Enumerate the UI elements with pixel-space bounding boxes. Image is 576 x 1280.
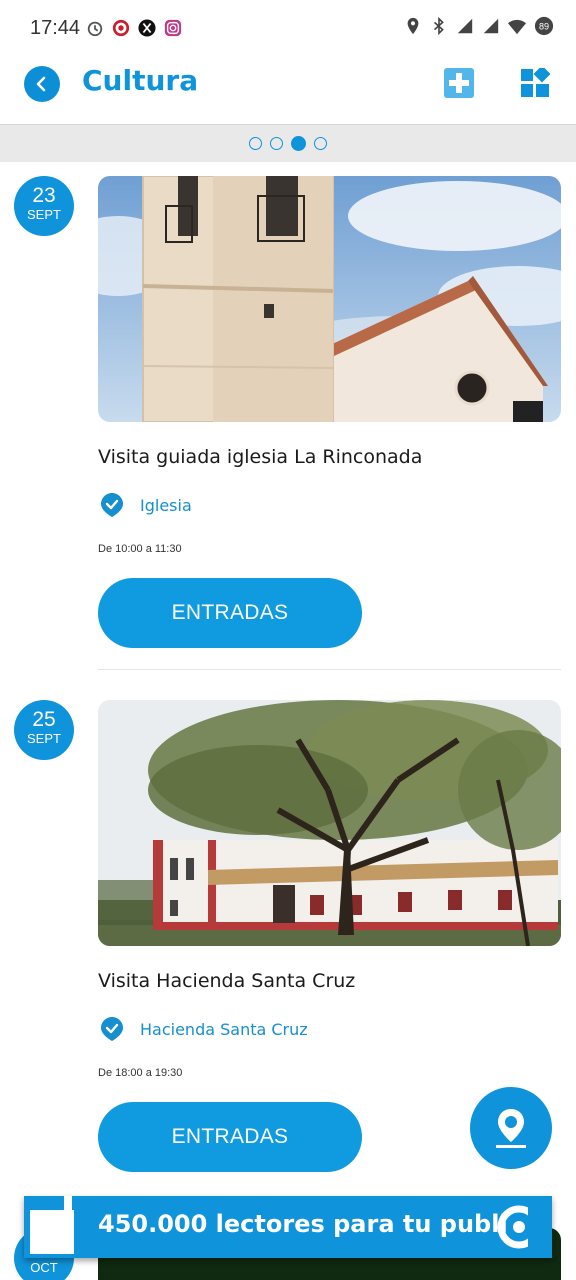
venue-label: Iglesia	[140, 495, 192, 515]
wifi-icon	[508, 19, 526, 35]
ad-banner[interactable]: 450.000 lectores para tu publi	[24, 1196, 552, 1258]
page-title: Cultura	[82, 64, 199, 97]
plus-icon	[449, 73, 469, 93]
date-badge: 25 SEPT	[14, 700, 74, 760]
location-pin-icon	[101, 493, 123, 517]
divider	[98, 669, 561, 670]
page-dot[interactable]	[249, 137, 262, 150]
map-button[interactable]	[470, 1087, 552, 1169]
date-month: SEPT	[27, 731, 61, 746]
date-month: SEPT	[27, 207, 61, 222]
add-button[interactable]	[444, 68, 474, 98]
page-dot[interactable]	[270, 137, 283, 150]
event-title[interactable]: Visita guiada iglesia La Rinconada	[98, 446, 422, 468]
location-pin-icon	[101, 1017, 123, 1041]
event-time: De 10:00 a 11:30	[98, 543, 182, 555]
signal-icon	[457, 18, 473, 34]
app-bar: Cultura	[0, 56, 576, 124]
page-dot-active[interactable]	[291, 136, 306, 151]
ad-text: 450.000 lectores para tu publi	[98, 1210, 508, 1238]
chevron-left-icon	[36, 76, 46, 92]
page-dot[interactable]	[314, 137, 327, 150]
back-button[interactable]	[24, 66, 60, 102]
ad-logo-tab	[64, 1196, 72, 1212]
page-indicator	[0, 124, 576, 162]
target-icon	[112, 19, 130, 37]
event-venue[interactable]: Iglesia	[100, 492, 192, 518]
ad-logo-block	[30, 1210, 74, 1254]
grid-view-button[interactable]	[520, 65, 551, 98]
alarm-icon	[87, 21, 103, 37]
instagram-icon	[164, 19, 182, 37]
battery-icon: 89	[534, 16, 554, 36]
x-icon	[138, 19, 156, 37]
event-photo[interactable]	[98, 176, 561, 422]
map-pin-icon	[496, 1109, 526, 1148]
status-time: 17:44	[30, 16, 81, 39]
event-photo[interactable]	[98, 700, 561, 946]
tickets-button[interactable]: ENTRADAS	[98, 578, 362, 648]
event-time: De 18:00 a 19:30	[98, 1067, 183, 1079]
date-badge: 23 SEPT	[14, 176, 74, 236]
signal-icon	[483, 18, 499, 34]
date-day: 23	[32, 184, 56, 207]
event-venue[interactable]: Hacienda Santa Cruz	[100, 1016, 308, 1042]
date-day: 25	[32, 708, 56, 731]
status-bar: 17:44 89	[0, 0, 576, 56]
tickets-button[interactable]: ENTRADAS	[98, 1102, 362, 1172]
ad-brand-icon	[497, 1204, 544, 1250]
battery-level: 89	[539, 22, 549, 32]
event-title[interactable]: Visita Hacienda Santa Cruz	[98, 970, 355, 992]
location-icon	[407, 17, 419, 35]
grid-icon	[521, 65, 551, 97]
venue-label: Hacienda Santa Cruz	[140, 1019, 308, 1039]
bluetooth-icon	[433, 17, 444, 35]
